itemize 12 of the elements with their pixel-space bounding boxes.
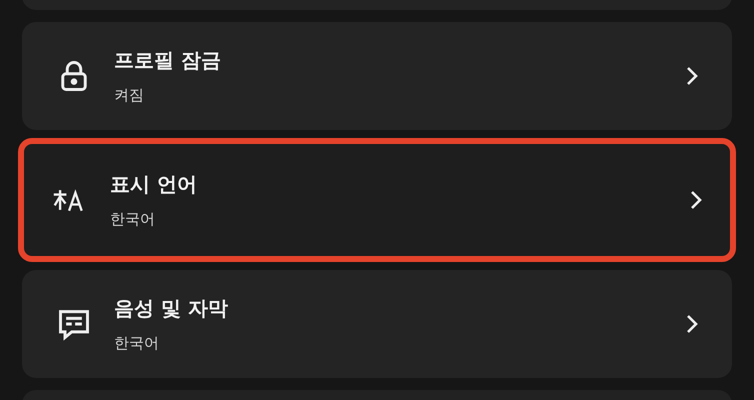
chevron-icon bbox=[684, 65, 700, 87]
chevron-icon bbox=[688, 189, 704, 211]
settings-item[interactable]: 프로필 잠금 켜짐 bbox=[22, 22, 732, 130]
setting-title: 표시 언어 bbox=[110, 171, 198, 198]
setting-title: 음성 및 자막 bbox=[114, 295, 229, 322]
settings-item[interactable]: 음성 및 자막 한국어 bbox=[22, 270, 732, 378]
setting-value: 켜짐 bbox=[114, 86, 145, 105]
setting-value: 한국어 bbox=[114, 334, 160, 353]
chevron-icon bbox=[684, 313, 700, 335]
settings-item[interactable]: 표시 언어 한국어 bbox=[18, 138, 736, 262]
setting-value: 한국어 bbox=[110, 210, 156, 229]
setting-title: 프로필 잠금 bbox=[114, 47, 222, 74]
